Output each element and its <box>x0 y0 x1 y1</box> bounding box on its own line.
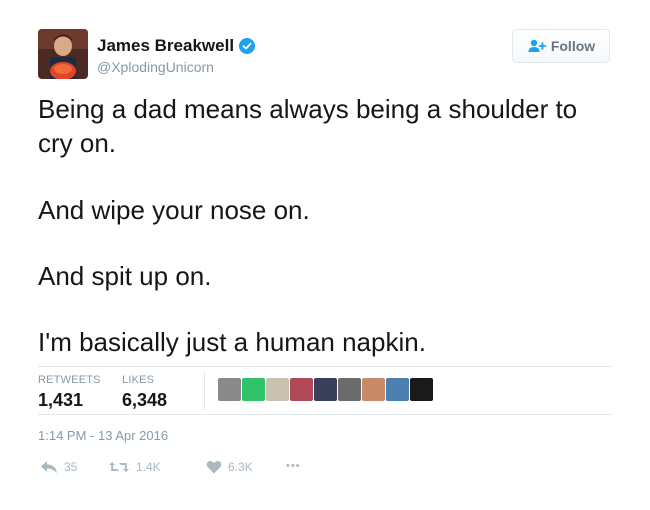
retweets-count[interactable]: 1,431 <box>38 390 83 411</box>
more-dots-icon: ••• <box>286 460 301 472</box>
likes-label[interactable]: LIKES <box>122 374 154 386</box>
tweet-text-line: Being a dad means always being a shoulde… <box>38 94 578 124</box>
liker-avatar[interactable] <box>362 378 385 401</box>
retweets-label[interactable]: RETWEETS <box>38 374 101 386</box>
retweet-button[interactable]: 1.4K <box>108 460 161 474</box>
liker-avatar[interactable] <box>242 378 265 401</box>
liker-avatar[interactable] <box>338 378 361 401</box>
author-name[interactable]: James Breakwell <box>97 36 256 56</box>
follow-label: Follow <box>550 38 596 54</box>
reply-count: 35 <box>64 460 78 474</box>
add-person-icon <box>527 38 547 54</box>
liker-avatar[interactable] <box>266 378 289 401</box>
liker-avatar[interactable] <box>218 378 241 401</box>
reply-icon <box>40 460 58 474</box>
reply-button[interactable]: 35 <box>40 460 77 474</box>
retweet-count: 1.4K <box>136 460 161 474</box>
liker-avatar[interactable] <box>290 378 313 401</box>
author-handle[interactable]: @XplodingUnicorn <box>97 59 214 75</box>
likes-count[interactable]: 6,348 <box>122 390 167 411</box>
more-options-button[interactable]: ••• <box>286 460 301 472</box>
tweet-timestamp[interactable]: 1:14 PM - 13 Apr 2016 <box>38 428 168 443</box>
divider <box>38 366 612 367</box>
tweet-text-line: And spit up on. <box>38 261 212 291</box>
tweet-text-line: cry on. <box>38 128 117 158</box>
stats-divider <box>204 372 205 410</box>
retweet-icon <box>108 460 130 474</box>
divider <box>38 414 612 415</box>
liker-avatar[interactable] <box>314 378 337 401</box>
tweet-text-line: And wipe your nose on. <box>38 195 310 225</box>
liker-avatar[interactable] <box>386 378 409 401</box>
like-count: 6.3K <box>228 460 253 474</box>
follow-button[interactable]: Follow <box>512 29 610 63</box>
author-avatar[interactable] <box>38 29 88 79</box>
heart-icon <box>206 460 222 474</box>
like-button[interactable]: 6.3K <box>206 460 253 474</box>
liker-avatar[interactable] <box>410 378 433 401</box>
author-name-text[interactable]: James Breakwell <box>97 36 234 56</box>
verified-badge-icon <box>239 38 256 54</box>
tweet-text-line: I'm basically just a human napkin. <box>38 327 426 357</box>
liker-avatars <box>218 378 433 401</box>
